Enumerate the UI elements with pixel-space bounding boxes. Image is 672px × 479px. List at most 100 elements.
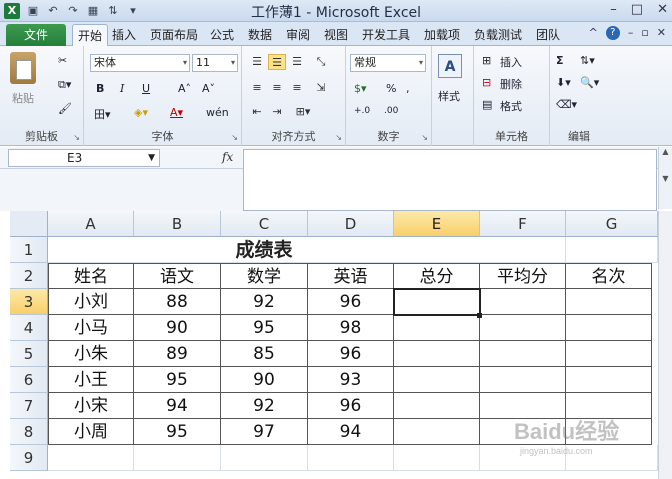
wrap-text-icon[interactable]: ⇲ [312, 80, 330, 96]
font-size-select[interactable]: 11 ▾ [192, 54, 238, 72]
name-box[interactable]: E3 ▼ [8, 149, 160, 167]
font-launcher-icon[interactable]: ↘ [231, 133, 238, 142]
vertical-scrollbar[interactable] [658, 211, 672, 479]
col-header-G[interactable]: G [566, 211, 658, 237]
select-all-button[interactable] [10, 211, 48, 237]
doc-close-icon[interactable]: ✕ [657, 26, 666, 40]
ribbon-collapse-icon[interactable]: ^ [589, 26, 598, 40]
format-cells-icon[interactable]: ▤ [482, 98, 492, 111]
data-cell[interactable] [480, 341, 566, 367]
data-cell[interactable]: 小宋 [48, 393, 134, 419]
decrease-indent-icon[interactable]: ⇤ [248, 104, 266, 120]
col-header-D[interactable]: D [308, 211, 394, 237]
fill-color-icon[interactable]: ◈▾ [134, 106, 148, 119]
merge-center-icon[interactable]: ⊞▾ [294, 104, 312, 120]
header-cell-total[interactable]: 总分 [394, 263, 480, 289]
delete-cells-button[interactable]: 删除 [500, 76, 522, 92]
header-cell-rank[interactable]: 名次 [566, 263, 652, 289]
grow-font-button[interactable]: A˄ [178, 82, 191, 95]
tab-view[interactable]: 视图 [324, 26, 348, 43]
row-header-8[interactable]: 8 [10, 419, 48, 445]
data-cell[interactable]: 95 [134, 367, 221, 393]
header-cell-chinese[interactable]: 语文 [134, 263, 221, 289]
data-cell[interactable] [394, 367, 480, 393]
align-middle-icon[interactable]: ☰ [268, 54, 286, 70]
tab-formulas[interactable]: 公式 [210, 26, 234, 43]
copy-icon[interactable]: ⧉▾ [58, 78, 71, 92]
data-cell[interactable]: 96 [308, 393, 394, 419]
comma-button[interactable]: , [406, 82, 410, 95]
active-cell-E3[interactable] [393, 288, 481, 316]
currency-icon[interactable]: $▾ [354, 82, 367, 95]
align-bottom-icon[interactable]: ☰ [288, 54, 306, 70]
row-header-6[interactable]: 6 [10, 367, 48, 393]
styles-icon[interactable]: A [438, 54, 462, 78]
data-cell[interactable] [566, 341, 652, 367]
close-button[interactable]: ✕ [657, 2, 668, 17]
insert-cells-button[interactable]: 插入 [500, 54, 522, 70]
borders-icon[interactable]: 田▾ [94, 106, 111, 122]
data-cell[interactable]: 小刘 [48, 289, 134, 315]
increase-indent-icon[interactable]: ⇥ [268, 104, 286, 120]
col-header-E[interactable]: E [394, 211, 480, 237]
data-cell[interactable]: 小马 [48, 315, 134, 341]
data-cell[interactable] [566, 289, 652, 315]
styles-button[interactable]: 样式 [438, 88, 460, 104]
clear-icon[interactable]: ⌫▾ [556, 98, 577, 111]
alignment-launcher-icon[interactable]: ↘ [335, 133, 342, 142]
number-launcher-icon[interactable]: ↘ [421, 133, 428, 142]
align-center-icon[interactable]: ≡ [268, 80, 286, 96]
fill-icon[interactable]: ⬇▾ [556, 76, 571, 89]
data-cell[interactable]: 88 [134, 289, 221, 315]
row-header-1[interactable]: 1 [10, 237, 48, 263]
data-cell[interactable]: 89 [134, 341, 221, 367]
decrease-decimal-button[interactable]: .00 [384, 106, 398, 116]
col-header-A[interactable]: A [48, 211, 134, 237]
data-cell[interactable]: 小朱 [48, 341, 134, 367]
data-cell[interactable]: 96 [308, 289, 394, 315]
data-cell[interactable]: 98 [308, 315, 394, 341]
bold-button[interactable]: B [96, 82, 104, 95]
col-header-C[interactable]: C [221, 211, 308, 237]
header-cell-math[interactable]: 数学 [221, 263, 308, 289]
delete-cells-icon[interactable]: ⊟ [482, 76, 491, 89]
col-header-F[interactable]: F [480, 211, 566, 237]
data-cell[interactable] [480, 315, 566, 341]
data-cell[interactable]: 小王 [48, 367, 134, 393]
autosum-button[interactable]: Σ [556, 54, 564, 67]
cut-icon[interactable]: ✂ [58, 54, 67, 67]
data-cell[interactable]: 92 [221, 393, 308, 419]
paste-button[interactable]: 粘贴 [12, 90, 34, 106]
row-header-5[interactable]: 5 [10, 341, 48, 367]
tab-addins[interactable]: 加载项 [424, 26, 460, 43]
orientation-icon[interactable]: ⤡ [312, 54, 330, 70]
doc-minimize-icon[interactable]: – [628, 26, 634, 40]
tab-data[interactable]: 数据 [248, 26, 272, 43]
data-cell[interactable]: 95 [221, 315, 308, 341]
formula-scrollbar[interactable]: ▲ ▼ [658, 147, 672, 209]
data-cell[interactable]: 90 [221, 367, 308, 393]
help-icon[interactable]: ? [605, 26, 620, 40]
data-cell[interactable]: 97 [221, 419, 308, 445]
fill-handle[interactable] [477, 313, 482, 318]
header-cell-name[interactable]: 姓名 [48, 263, 134, 289]
data-cell[interactable] [480, 289, 566, 315]
minimize-button[interactable]: – [610, 2, 617, 17]
tab-insert[interactable]: 插入 [112, 26, 136, 43]
maximize-button[interactable]: □ [631, 2, 643, 17]
align-right-icon[interactable]: ≡ [288, 80, 306, 96]
phonetic-button[interactable]: wén [206, 106, 229, 119]
tab-page-layout[interactable]: 页面布局 [150, 26, 198, 43]
sheet-title-cell[interactable]: 成绩表 [48, 237, 480, 263]
tab-team[interactable]: 团队 [536, 26, 560, 43]
data-cell[interactable] [566, 367, 652, 393]
number-format-select[interactable]: 常规 ▾ [350, 54, 426, 72]
data-cell[interactable] [394, 419, 480, 445]
tab-review[interactable]: 审阅 [286, 26, 310, 43]
align-top-icon[interactable]: ☰ [248, 54, 266, 70]
sort-filter-icon[interactable]: ⇅▾ [580, 54, 595, 67]
row-header-4[interactable]: 4 [10, 315, 48, 341]
underline-button[interactable]: U [142, 82, 150, 95]
format-painter-icon[interactable]: 🖌 [58, 102, 72, 115]
row-header-3[interactable]: 3 [10, 289, 48, 315]
